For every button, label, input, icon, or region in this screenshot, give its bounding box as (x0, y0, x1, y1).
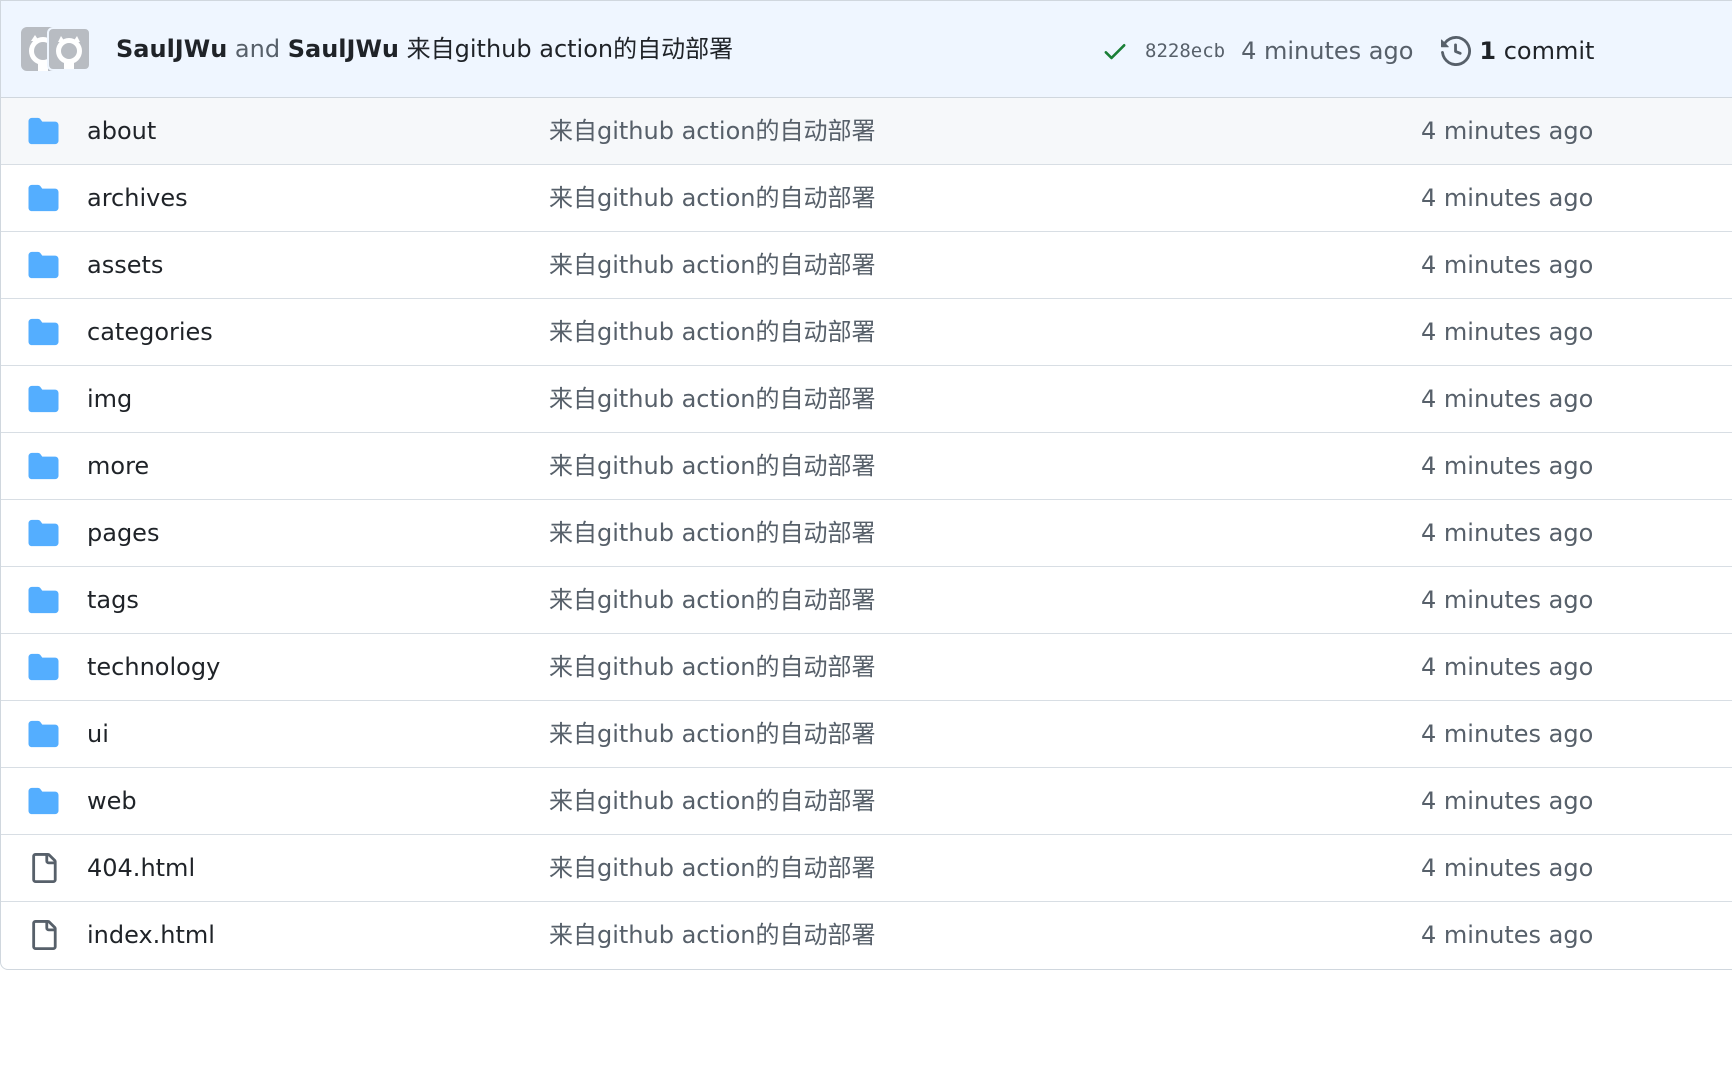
file-name-link[interactable]: index.html (87, 902, 215, 969)
author-avatars[interactable] (21, 27, 91, 71)
author-link[interactable]: SaulJWu (288, 35, 399, 63)
folder-icon (28, 452, 59, 480)
file-commit-message-link[interactable]: 来自github action的自动部署 (549, 98, 875, 165)
file-commit-message-link[interactable]: 来自github action的自动部署 (549, 567, 875, 634)
file-row[interactable]: more 来自github action的自动部署 4 minutes ago (1, 433, 1732, 500)
folder-icon (28, 117, 59, 145)
file-name-link[interactable]: pages (87, 500, 159, 567)
file-commit-message-link[interactable]: 来自github action的自动部署 (549, 902, 875, 969)
file-row[interactable]: 404.html 来自github action的自动部署 4 minutes ag… (1, 835, 1732, 902)
folder-icon (28, 385, 59, 413)
file-name-link[interactable]: more (87, 433, 149, 500)
file-name-link[interactable]: archives (87, 165, 188, 232)
file-row[interactable]: index.html 来自github action的自动部署 4 minutes … (1, 902, 1732, 969)
commit-message-link[interactable]: 来自github action的自动部署 (407, 35, 733, 63)
file-row[interactable]: tags 来自github action的自动部署 4 minutes ago (1, 567, 1732, 634)
commit-time: 4 minutes ago (1241, 37, 1414, 65)
file-commit-time: 4 minutes ago (1421, 519, 1594, 547)
file-commit-message-link[interactable]: 来自github action的自动部署 (549, 701, 875, 768)
folder-icon (28, 251, 59, 279)
file-row[interactable]: pages 来自github action的自动部署 4 minutes ago (1, 500, 1732, 567)
file-row[interactable]: technology 来自github action的自动部署 4 minutes … (1, 634, 1732, 701)
file-row[interactable]: ui 来自github action的自动部署 4 minutes ago (1, 701, 1732, 768)
commit-title: SaulJWu and SaulJWu 来自github action的自动部署 (116, 31, 733, 67)
file-commit-message-link[interactable]: 来自github action的自动部署 (549, 634, 875, 701)
file-commit-message-link[interactable]: 来自github action的自动部署 (549, 299, 875, 366)
file-name-link[interactable]: assets (87, 232, 163, 299)
file-name-link[interactable]: tags (87, 567, 139, 634)
file-commit-message-link[interactable]: 来自github action的自动部署 (549, 366, 875, 433)
commit-meta: 8228ecb 4 minutes ago 1 commit (1101, 31, 1594, 71)
file-icon (32, 920, 57, 950)
file-commit-time: 4 minutes ago (1421, 251, 1594, 279)
file-name-link[interactable]: ui (87, 701, 109, 768)
file-name-link[interactable]: img (87, 366, 132, 433)
folder-icon (28, 586, 59, 614)
file-commit-message-link[interactable]: 来自github action的自动部署 (549, 433, 875, 500)
file-row[interactable]: archives 来自github action的自动部署 4 minutes ag… (1, 165, 1732, 232)
check-icon[interactable] (1101, 37, 1129, 65)
file-name-link[interactable]: 404.html (87, 835, 195, 902)
commit-sha-link[interactable]: 8228ecb (1145, 40, 1225, 62)
commit-count-label: commit (1503, 37, 1595, 65)
file-list: about 来自github action的自动部署 4 minutes ago ar… (1, 98, 1732, 969)
file-row[interactable]: about 来自github action的自动部署 4 minutes ago (1, 98, 1732, 165)
commit-count-link[interactable]: 1 commit (1479, 37, 1594, 65)
file-commit-message-link[interactable]: 来自github action的自动部署 (549, 835, 875, 902)
file-commit-message-link[interactable]: 来自github action的自动部署 (549, 165, 875, 232)
history-icon[interactable] (1441, 36, 1472, 66)
file-row[interactable]: categories 来自github action的自动部署 4 minutes … (1, 299, 1732, 366)
file-commit-time: 4 minutes ago (1421, 787, 1594, 815)
file-name-link[interactable]: web (87, 768, 137, 835)
file-name-link[interactable]: about (87, 98, 156, 165)
folder-icon (28, 653, 59, 681)
file-row[interactable]: assets 来自github action的自动部署 4 minutes ago (1, 232, 1732, 299)
folder-icon (28, 184, 59, 212)
file-name-link[interactable]: technology (87, 634, 220, 701)
folder-icon (28, 787, 59, 815)
file-commit-message-link[interactable]: 来自github action的自动部署 (549, 500, 875, 567)
folder-icon (28, 318, 59, 346)
file-commit-time: 4 minutes ago (1421, 586, 1594, 614)
file-commit-time: 4 minutes ago (1421, 720, 1594, 748)
file-commit-time: 4 minutes ago (1421, 117, 1594, 145)
folder-icon (28, 720, 59, 748)
file-commit-time: 4 minutes ago (1421, 452, 1594, 480)
author-link[interactable]: SaulJWu (116, 35, 227, 63)
file-row[interactable]: web 来自github action的自动部署 4 minutes ago (1, 768, 1732, 835)
and-text: and (234, 35, 281, 63)
file-commit-time: 4 minutes ago (1421, 184, 1594, 212)
file-icon (32, 853, 57, 883)
file-row[interactable]: img 来自github action的自动部署 4 minutes ago (1, 366, 1732, 433)
file-commit-time: 4 minutes ago (1421, 854, 1594, 882)
latest-commit-bar: SaulJWu and SaulJWu 来自github action的自动部署… (1, 1, 1732, 98)
file-table: SaulJWu and SaulJWu 来自github action的自动部署… (0, 0, 1732, 970)
file-commit-time: 4 minutes ago (1421, 653, 1594, 681)
file-commit-time: 4 minutes ago (1421, 385, 1594, 413)
file-commit-time: 4 minutes ago (1421, 921, 1594, 949)
file-commit-message-link[interactable]: 来自github action的自动部署 (549, 232, 875, 299)
folder-icon (28, 519, 59, 547)
file-commit-time: 4 minutes ago (1421, 318, 1594, 346)
avatar[interactable] (47, 27, 91, 71)
file-commit-message-link[interactable]: 来自github action的自动部署 (549, 768, 875, 835)
file-name-link[interactable]: categories (87, 299, 213, 366)
github-octocat-icon (56, 36, 82, 69)
commit-count: 1 (1479, 37, 1497, 65)
